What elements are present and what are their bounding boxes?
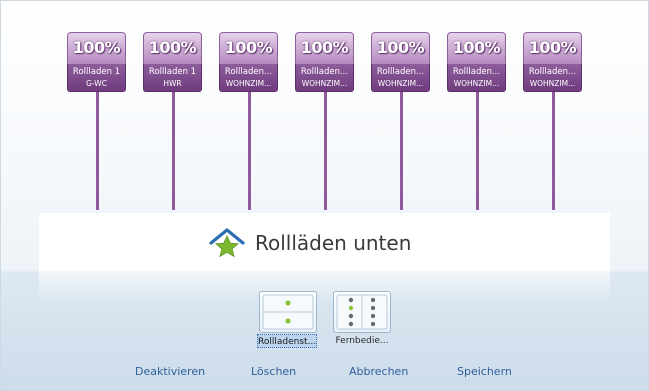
device-connector (476, 92, 479, 210)
device-room: G-WC (86, 79, 107, 88)
device-percent: 100% (376, 38, 425, 57)
device-connector (96, 92, 99, 210)
roller-shutter-switch-icon (262, 294, 314, 330)
device-tile[interactable]: 100% Rollladen... WOHNZIM... (523, 32, 582, 92)
remote-control-icon (336, 294, 388, 330)
device-room: HWR (163, 79, 182, 88)
deactivate-button[interactable]: Deaktivieren (135, 365, 205, 378)
device-tile[interactable]: 100% Rollladen... WOHNZIM... (219, 32, 278, 92)
device-tile[interactable]: 100% Rollladen 1 HWR (143, 32, 202, 92)
roller-shutter-switch-label[interactable]: Rollladenst... (257, 334, 317, 348)
device-connector (552, 92, 555, 210)
device-name: Rollladen 1 (148, 67, 197, 77)
remote-control-label[interactable]: Fernbedie... (332, 334, 392, 348)
device-room: WOHNZIM... (453, 79, 500, 88)
device-tile[interactable]: 100% Rollladen... WOHNZIM... (447, 32, 506, 92)
device-tiles: 100% Rollladen 1 G-WC 100% Rollladen 1 H… (1, 1, 649, 216)
device-name: Rollladen... (452, 67, 501, 77)
device-connector (400, 92, 403, 210)
delete-button[interactable]: Löschen (251, 365, 296, 378)
device-tile[interactable]: 100% Rollladen 1 G-WC (67, 32, 126, 92)
device-name: Rollladen... (376, 67, 425, 77)
roller-shutter-switch-tool[interactable] (259, 291, 317, 333)
scene-panel-reflection (39, 271, 610, 303)
scene-title[interactable]: Rollläden unten (255, 231, 411, 255)
device-name: Rollladen... (224, 67, 273, 77)
device-connector (172, 92, 175, 210)
device-connector (324, 92, 327, 210)
device-name: Rollladen... (300, 67, 349, 77)
device-percent: 100% (72, 38, 121, 57)
remote-control-tool[interactable] (333, 291, 391, 333)
device-room: WOHNZIM... (225, 79, 272, 88)
device-tile[interactable]: 100% Rollladen... WOHNZIM... (371, 32, 430, 92)
device-percent: 100% (452, 38, 501, 57)
device-room: WOHNZIM... (529, 79, 576, 88)
device-percent: 100% (224, 38, 273, 57)
scene-editor-window: 100% Rollladen 1 G-WC 100% Rollladen 1 H… (0, 0, 649, 391)
device-tile[interactable]: 100% Rollladen... WOHNZIM... (295, 32, 354, 92)
device-percent: 100% (148, 38, 197, 57)
device-percent: 100% (300, 38, 349, 57)
device-room: WOHNZIM... (301, 79, 348, 88)
device-percent: 100% (528, 38, 577, 57)
device-name: Rollladen 1 (72, 67, 121, 77)
cancel-button[interactable]: Abbrechen (349, 365, 408, 378)
device-connector (248, 92, 251, 210)
save-button[interactable]: Speichern (457, 365, 512, 378)
house-star-icon (209, 228, 245, 258)
device-name: Rollladen... (528, 67, 577, 77)
device-room: WOHNZIM... (377, 79, 424, 88)
